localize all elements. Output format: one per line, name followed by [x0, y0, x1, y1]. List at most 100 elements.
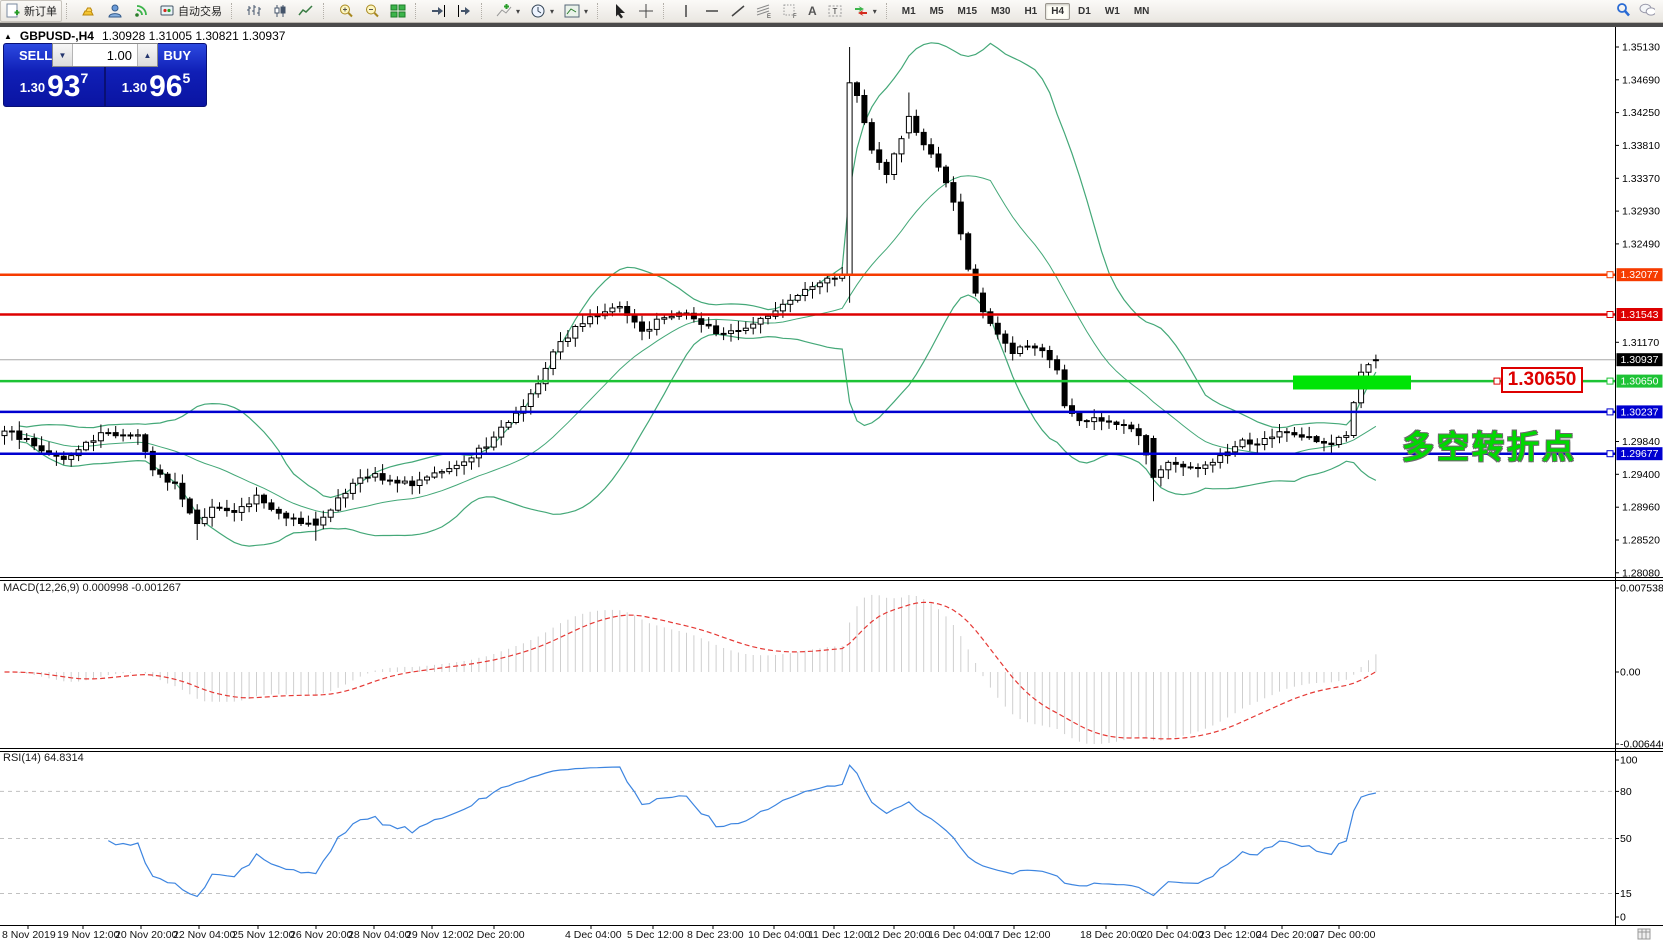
volume-spinner: ▼ 1.00 ▲	[52, 43, 158, 67]
separator	[231, 3, 238, 19]
sell-label: SELL	[19, 48, 52, 63]
svg-text:1.30237: 1.30237	[1621, 406, 1659, 418]
crosshair-button[interactable]	[633, 0, 659, 22]
svg-text:5 Dec 12:00: 5 Dec 12:00	[627, 929, 684, 941]
tile-windows-button[interactable]	[385, 0, 411, 22]
community-button[interactable]	[102, 0, 128, 22]
chart-shift-icon	[456, 3, 472, 19]
timeframe-button-d1[interactable]: D1	[1072, 3, 1097, 20]
timeframe-button-mn[interactable]: MN	[1128, 3, 1156, 20]
autotrading-icon	[159, 3, 175, 19]
svg-text:1.29400: 1.29400	[1622, 469, 1660, 481]
clock-icon	[530, 3, 546, 19]
zoom-in-button[interactable]	[333, 0, 359, 22]
horizontal-line-button[interactable]	[699, 0, 725, 22]
svg-text:1.32077: 1.32077	[1621, 269, 1659, 281]
line-chart-button[interactable]	[293, 0, 319, 22]
grid-button[interactable]: F	[777, 0, 803, 22]
chart-shift-button[interactable]	[451, 0, 477, 22]
tile-windows-icon	[390, 3, 406, 19]
svg-text:8 Dec 23:00: 8 Dec 23:00	[687, 929, 744, 941]
svg-text:1.30937: 1.30937	[1621, 354, 1659, 366]
arrows-button[interactable]: ▾	[848, 0, 882, 22]
templates-button[interactable]: ▾	[559, 0, 593, 22]
svg-text:1.31170: 1.31170	[1622, 337, 1659, 349]
highlight-rectangle[interactable]	[1293, 376, 1411, 390]
bar-chart-button[interactable]	[241, 0, 267, 22]
grid-icon: F	[782, 3, 798, 19]
svg-text:22 Nov 04:00: 22 Nov 04:00	[173, 929, 236, 941]
chart-canvas[interactable]: 1.351301.346901.342501.338101.333701.329…	[0, 0, 1663, 944]
svg-text:8 Nov 2019: 8 Nov 2019	[2, 929, 56, 941]
text-icon: A	[808, 4, 817, 18]
candlestick-icon	[272, 3, 288, 19]
search-icon[interactable]	[1615, 2, 1631, 18]
svg-text:1.28960: 1.28960	[1622, 502, 1660, 514]
zoom-out-button[interactable]	[359, 0, 385, 22]
svg-text:1.32930: 1.32930	[1622, 206, 1660, 218]
quick-navigation-icon[interactable]	[1638, 929, 1650, 939]
indicators-button[interactable]: ▾	[491, 0, 525, 22]
line-chart-icon	[298, 3, 314, 19]
new-order-button[interactable]: 新订单	[0, 0, 62, 22]
vertical-line-button[interactable]	[673, 0, 699, 22]
text-label-button[interactable]: T	[822, 0, 848, 22]
svg-text:0.007538: 0.007538	[1620, 583, 1663, 595]
chart-title: ▲ GBPUSD-,H4 1.30928 1.31005 1.30821 1.3…	[4, 29, 285, 43]
text-button[interactable]: A	[803, 0, 822, 22]
timeframe-button-w1[interactable]: W1	[1099, 3, 1126, 20]
svg-text:17 Dec 12:00: 17 Dec 12:00	[988, 929, 1051, 941]
timeframe-toolbar: M1M5M15M30H1H4D1W1MN	[896, 3, 1156, 20]
gold-icon	[81, 3, 97, 19]
auto-scroll-button[interactable]	[425, 0, 451, 22]
svg-text:100: 100	[1620, 755, 1638, 767]
volume-decrease-button[interactable]: ▼	[53, 44, 73, 66]
svg-text:1.28080: 1.28080	[1622, 567, 1660, 579]
chat-icon[interactable]	[1639, 2, 1655, 18]
collapse-triangle-icon[interactable]: ▲	[4, 32, 12, 41]
volume-increase-button[interactable]: ▲	[137, 44, 157, 66]
trendline-button[interactable]	[725, 0, 751, 22]
timeframe-button-m30[interactable]: M30	[985, 3, 1016, 20]
price-callout-label[interactable]: 1.30650	[1501, 367, 1583, 393]
timeframe-button-m5[interactable]: M5	[924, 3, 950, 20]
chart-annotation-text[interactable]: 多空转折点	[1402, 422, 1577, 468]
svg-text:27 Dec 00:00: 27 Dec 00:00	[1313, 929, 1376, 941]
svg-text:0.00: 0.00	[1620, 667, 1641, 679]
cursor-button[interactable]	[607, 0, 633, 22]
separator	[66, 3, 73, 19]
separator	[886, 3, 893, 19]
auto-scroll-icon	[430, 3, 446, 19]
periods-button[interactable]: ▾	[525, 0, 559, 22]
candlestick-chart-button[interactable]	[267, 0, 293, 22]
toolbar-right-icons	[1615, 2, 1655, 18]
signals-button[interactable]	[128, 0, 154, 22]
svg-text:0: 0	[1620, 912, 1626, 924]
chart-ohlc: 1.30928 1.31005 1.30821 1.30937	[102, 29, 286, 43]
svg-text:20 Dec 04:00: 20 Dec 04:00	[1141, 929, 1204, 941]
svg-text:23 Dec 12:00: 23 Dec 12:00	[1199, 929, 1262, 941]
zoom-out-icon	[364, 3, 380, 19]
svg-text:E: E	[767, 14, 771, 19]
timeframe-button-m15[interactable]: M15	[952, 3, 983, 20]
svg-text:1.29677: 1.29677	[1621, 448, 1659, 460]
svg-text:1.33810: 1.33810	[1622, 140, 1660, 152]
svg-text:18 Dec 20:00: 18 Dec 20:00	[1080, 929, 1143, 941]
sell-price: 1.30937	[4, 70, 104, 104]
deposit-button[interactable]	[76, 0, 102, 22]
timeframe-button-h1[interactable]: H1	[1018, 3, 1043, 20]
svg-text:4 Dec 04:00: 4 Dec 04:00	[565, 929, 622, 941]
separator	[323, 3, 330, 19]
mt4-terminal: 1.351301.346901.342501.338101.333701.329…	[0, 0, 1663, 944]
fibonacci-button[interactable]: E	[751, 0, 777, 22]
chevron-down-icon: ▾	[516, 7, 520, 16]
cursor-icon	[612, 3, 628, 19]
autotrading-button[interactable]: 自动交易	[154, 0, 227, 22]
volume-input[interactable]: 1.00	[73, 44, 137, 66]
svg-text:19 Nov 12:00: 19 Nov 12:00	[57, 929, 120, 941]
timeframe-button-m1[interactable]: M1	[896, 3, 922, 20]
svg-text:20 Nov 20:00: 20 Nov 20:00	[115, 929, 178, 941]
timeframe-button-h4[interactable]: H4	[1045, 3, 1070, 20]
chevron-down-icon: ▾	[584, 7, 588, 16]
svg-text:2 Dec 20:00: 2 Dec 20:00	[468, 929, 525, 941]
